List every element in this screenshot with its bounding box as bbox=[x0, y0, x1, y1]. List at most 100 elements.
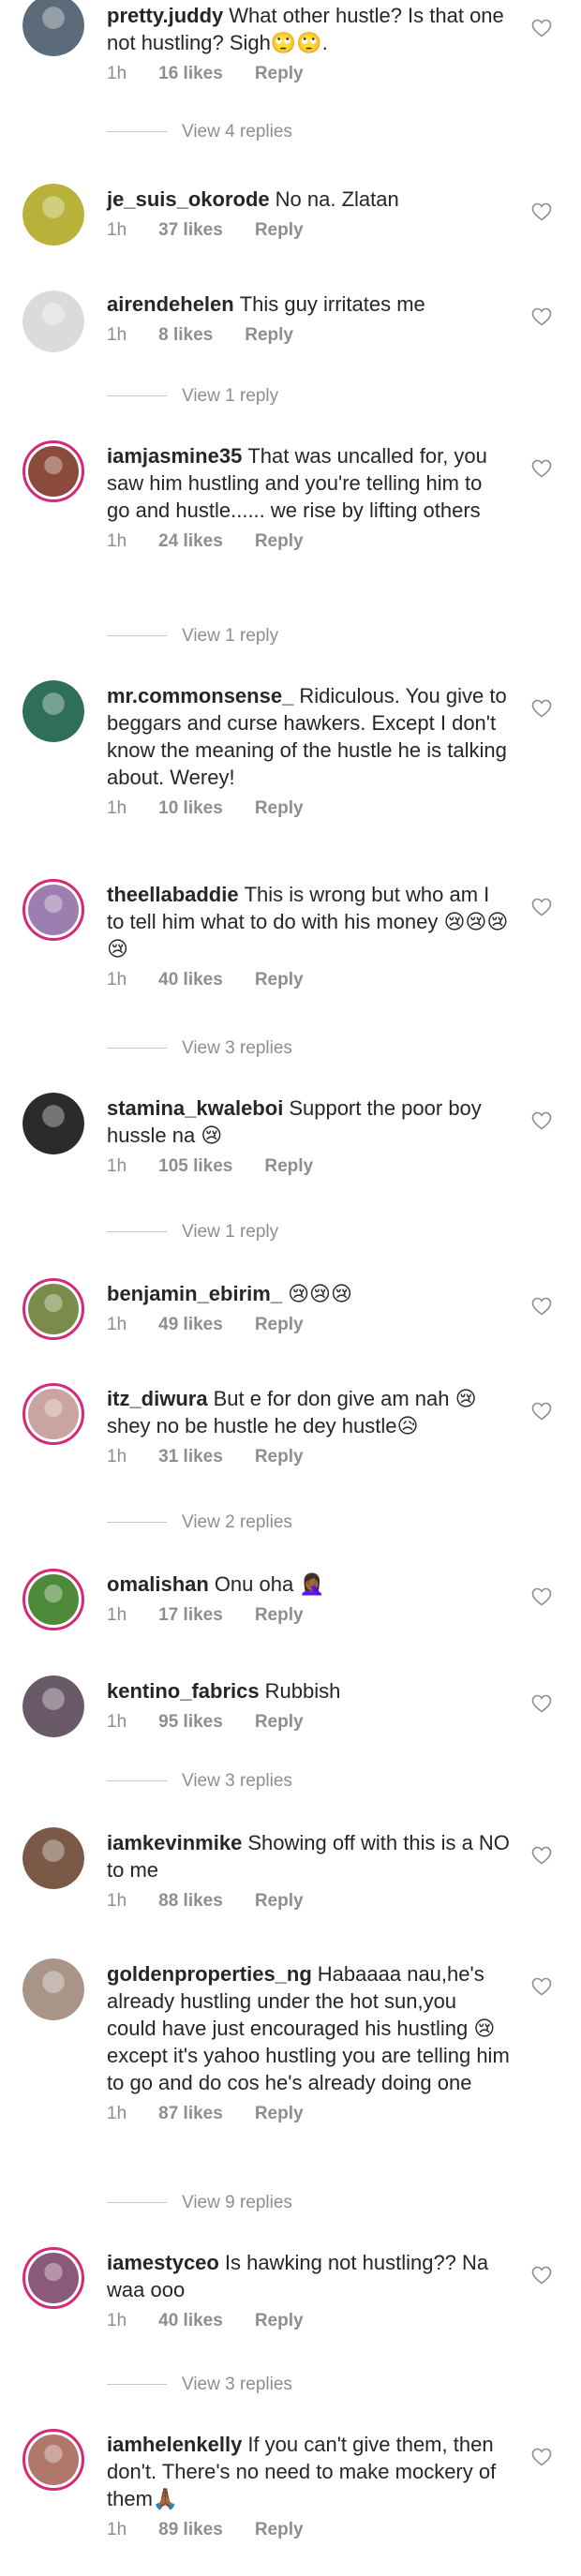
like-heart-icon[interactable] bbox=[530, 1295, 553, 1318]
like-heart-icon[interactable] bbox=[530, 17, 553, 39]
reply-button[interactable]: Reply bbox=[255, 64, 304, 83]
like-heart-icon[interactable] bbox=[530, 1692, 553, 1715]
comment-text: airendehelen This guy irritates me bbox=[107, 290, 510, 318]
like-heart-icon[interactable] bbox=[530, 1975, 553, 1998]
avatar[interactable] bbox=[22, 1569, 84, 1630]
view-replies-button[interactable]: View 1 reply bbox=[107, 384, 278, 409]
replies-divider bbox=[107, 131, 167, 133]
like-heart-icon[interactable] bbox=[530, 697, 553, 720]
view-replies-button[interactable]: View 3 replies bbox=[107, 1769, 292, 1794]
comment-meta: 1h 40 likes Reply bbox=[107, 2309, 510, 2333]
avatar[interactable] bbox=[22, 2429, 84, 2491]
like-heart-icon[interactable] bbox=[530, 2446, 553, 2468]
reply-button[interactable]: Reply bbox=[245, 325, 293, 345]
likes-count[interactable]: 89 likes bbox=[158, 2520, 223, 2539]
avatar[interactable] bbox=[22, 290, 84, 352]
avatar[interactable] bbox=[22, 0, 84, 56]
likes-count[interactable]: 87 likes bbox=[158, 2104, 223, 2123]
likes-count[interactable]: 37 likes bbox=[158, 220, 223, 240]
reply-button[interactable]: Reply bbox=[255, 1315, 304, 1334]
reply-button[interactable]: Reply bbox=[255, 2520, 304, 2539]
replies-divider bbox=[107, 1522, 167, 1524]
comment-username[interactable]: iamestyceo bbox=[107, 2251, 219, 2274]
avatar[interactable] bbox=[22, 680, 84, 742]
comment-text: stamina_kwaleboi Support the poor boy hus… bbox=[107, 1094, 510, 1149]
reply-button[interactable]: Reply bbox=[255, 798, 304, 818]
likes-count[interactable]: 105 likes bbox=[158, 1156, 232, 1176]
like-heart-icon[interactable] bbox=[530, 201, 553, 223]
comment-username[interactable]: omalishan bbox=[107, 1572, 209, 1596]
avatar[interactable] bbox=[22, 1093, 84, 1154]
view-replies-button[interactable]: View 3 replies bbox=[107, 1036, 292, 1061]
like-heart-icon[interactable] bbox=[530, 457, 553, 480]
comment-username[interactable]: goldenproperties_ng bbox=[107, 1962, 312, 1986]
view-replies-button[interactable]: View 9 replies bbox=[107, 2191, 292, 2215]
view-replies-button[interactable]: View 1 reply bbox=[107, 1220, 278, 1244]
reply-button[interactable]: Reply bbox=[264, 1156, 313, 1176]
likes-count[interactable]: 31 likes bbox=[158, 1447, 223, 1467]
avatar[interactable] bbox=[22, 1383, 84, 1445]
view-replies-label: View 3 replies bbox=[182, 1771, 292, 1791]
avatar[interactable] bbox=[22, 1278, 84, 1340]
view-replies-label: View 3 replies bbox=[182, 1038, 292, 1058]
like-heart-icon[interactable] bbox=[530, 1400, 553, 1422]
likes-count[interactable]: 24 likes bbox=[158, 531, 223, 551]
avatar[interactable] bbox=[22, 2247, 84, 2309]
reply-button[interactable]: Reply bbox=[255, 1605, 304, 1625]
avatar-image bbox=[22, 1827, 84, 1889]
comment-username[interactable]: mr.commonsense_ bbox=[107, 684, 293, 707]
comment-body: goldenproperties_ng Habaaaa nau,he's alre… bbox=[107, 1960, 510, 2126]
comment-username[interactable]: pretty.juddy bbox=[107, 4, 223, 27]
likes-count[interactable]: 95 likes bbox=[158, 1712, 223, 1732]
avatar[interactable] bbox=[22, 1675, 84, 1737]
reply-button[interactable]: Reply bbox=[255, 220, 304, 240]
comment-username[interactable]: benjamin_ebirim_ bbox=[107, 1282, 282, 1305]
like-heart-icon[interactable] bbox=[530, 1109, 553, 1132]
reply-button[interactable]: Reply bbox=[255, 970, 304, 990]
view-replies-button[interactable]: View 1 reply bbox=[107, 624, 278, 648]
avatar-image bbox=[22, 1093, 84, 1154]
comment-username[interactable]: theellabaddie bbox=[107, 883, 239, 906]
comment-username[interactable]: iamhelenkelly bbox=[107, 2433, 242, 2456]
comment-username[interactable]: airendehelen bbox=[107, 292, 234, 316]
likes-count[interactable]: 8 likes bbox=[158, 325, 213, 345]
like-heart-icon[interactable] bbox=[530, 1586, 553, 1608]
reply-button[interactable]: Reply bbox=[255, 1447, 304, 1467]
like-heart-icon[interactable] bbox=[530, 1844, 553, 1867]
reply-button[interactable]: Reply bbox=[255, 531, 304, 551]
like-heart-icon[interactable] bbox=[530, 305, 553, 328]
avatar[interactable] bbox=[22, 1827, 84, 1889]
comment-meta: 1h 87 likes Reply bbox=[107, 2102, 510, 2126]
comment-username[interactable]: je_suis_okorode bbox=[107, 187, 270, 211]
reply-button[interactable]: Reply bbox=[255, 1891, 304, 1911]
likes-count[interactable]: 40 likes bbox=[158, 970, 223, 990]
comment-username[interactable]: stamina_kwaleboi bbox=[107, 1096, 283, 1120]
comment-username[interactable]: kentino_fabrics bbox=[107, 1679, 260, 1703]
likes-count[interactable]: 40 likes bbox=[158, 2311, 223, 2330]
reply-button[interactable]: Reply bbox=[255, 2311, 304, 2330]
comment-username[interactable]: iamjasmine35 bbox=[107, 444, 242, 468]
likes-count[interactable]: 49 likes bbox=[158, 1315, 223, 1334]
view-replies-button[interactable]: View 4 replies bbox=[107, 120, 292, 144]
like-heart-icon[interactable] bbox=[530, 2264, 553, 2286]
avatar[interactable] bbox=[22, 1958, 84, 2020]
avatar[interactable] bbox=[22, 879, 84, 941]
view-replies-label: View 9 replies bbox=[182, 2193, 292, 2212]
likes-count[interactable]: 88 likes bbox=[158, 1891, 223, 1911]
avatar-image bbox=[22, 290, 84, 352]
comment-username[interactable]: iamkevinmike bbox=[107, 1831, 242, 1854]
avatar[interactable] bbox=[22, 440, 84, 502]
reply-button[interactable]: Reply bbox=[255, 1712, 304, 1732]
replies-divider bbox=[107, 1231, 167, 1233]
view-replies-button[interactable]: View 2 replies bbox=[107, 1511, 292, 1535]
avatar[interactable] bbox=[22, 184, 84, 246]
view-replies-button[interactable]: View 3 replies bbox=[107, 2373, 292, 2397]
likes-count[interactable]: 16 likes bbox=[158, 64, 223, 83]
comment-text: benjamin_ebirim_ 😢😢😢 bbox=[107, 1280, 510, 1307]
likes-count[interactable]: 10 likes bbox=[158, 798, 223, 818]
comment-body: kentino_fabrics Rubbish 1h 95 likes Reply bbox=[107, 1677, 510, 1735]
like-heart-icon[interactable] bbox=[530, 896, 553, 918]
likes-count[interactable]: 17 likes bbox=[158, 1605, 223, 1625]
comment-username[interactable]: itz_diwura bbox=[107, 1387, 208, 1410]
reply-button[interactable]: Reply bbox=[255, 2104, 304, 2123]
